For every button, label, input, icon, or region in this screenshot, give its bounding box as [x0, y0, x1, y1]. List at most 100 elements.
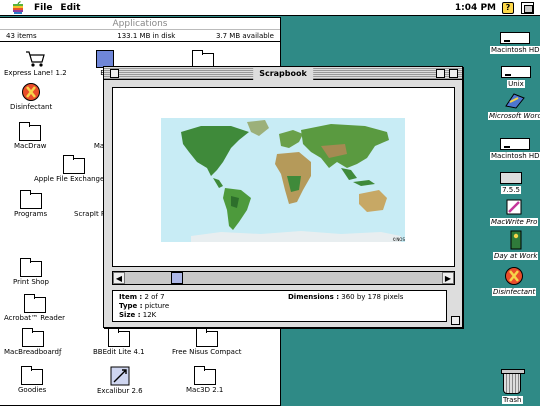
file-scrapit[interactable]: ScrapIt P [74, 190, 106, 218]
file-label: BBEdit Lite 4.1 [93, 348, 145, 356]
file-label: Excalibur 2.6 [97, 387, 143, 395]
desktop-macintosh-hd[interactable]: Macintosh HD [490, 32, 540, 54]
folder-icon [193, 366, 216, 385]
microsoft-word-icon [505, 93, 526, 109]
type-label: Type : [119, 302, 143, 310]
help-icon[interactable]: ? [502, 2, 514, 14]
disk-icon [500, 32, 531, 44]
folder-mac3d[interactable]: Mac3D 2.1 [186, 366, 224, 394]
desktop-unix[interactable]: Unix [501, 66, 531, 88]
file-label: MacBreadboardƒ [4, 348, 62, 356]
file-label: Acrobat™ Reader [4, 314, 65, 322]
cart-icon [26, 51, 46, 67]
scroll-left-arrow-icon[interactable]: ◀ [113, 272, 125, 284]
folder-goodies[interactable]: Goodies [18, 366, 47, 394]
item-label: Item : [119, 293, 143, 301]
scrapbook-title: Scrapbook [253, 67, 313, 80]
desktop-7-5-5[interactable]: 7.5.5 [500, 172, 522, 194]
desktop-macintosh-hd-2[interactable]: Macintosh HD [490, 138, 540, 160]
file-label: Free Nisus Compact [172, 348, 242, 356]
file-disinfectant[interactable]: Disinfectant [10, 82, 53, 111]
folder-acrobat-reader[interactable]: Acrobat™ Reader [4, 294, 65, 322]
trash-icon [501, 369, 526, 394]
desktop-label: Disinfectant [492, 288, 537, 296]
file-label: MacDraw [14, 142, 47, 150]
desktop-label: Microsoft Word [488, 112, 540, 120]
desktop-trash[interactable]: Trash [501, 369, 526, 404]
space-available: 3.7 MB available [215, 32, 274, 40]
desktop-macwrite-pro[interactable]: MacWrite Pro [490, 198, 539, 226]
collapse-box-icon[interactable] [449, 69, 458, 78]
folder-icon [23, 294, 46, 313]
folder-icon [19, 122, 42, 141]
desktop-label: Macintosh HD [490, 152, 540, 160]
excalibur-icon [110, 366, 130, 386]
size-value: 12K [142, 311, 157, 319]
menu-clock[interactable]: 1:04 PM [455, 3, 496, 13]
edit-menu[interactable]: Edit [60, 3, 80, 13]
scrapbook-info-panel: Item : 2 of 7 Type : picture Size : 12K … [112, 290, 447, 322]
disinfectant-icon [22, 83, 41, 101]
day-at-work-icon [510, 230, 522, 250]
map-copyright: ©NOS [392, 237, 405, 242]
folder-bbedit-lite[interactable]: BBEdit Lite 4.1 [93, 328, 145, 356]
file-menu[interactable]: File [34, 3, 52, 13]
folder-icon [107, 328, 130, 347]
folder-icon [19, 190, 42, 209]
scroll-right-arrow-icon[interactable]: ▶ [442, 272, 454, 284]
dimensions-label: Dimensions : [288, 293, 339, 301]
file-label: ScrapIt P [74, 210, 106, 218]
folder-icon [63, 155, 86, 174]
desktop-label: Macintosh HD [490, 46, 540, 54]
folder-macdraw[interactable]: MacDraw [14, 122, 47, 150]
scroll-thumb[interactable] [171, 272, 183, 284]
items-count: 43 items [6, 32, 37, 40]
desktop-label: 7.5.5 [501, 186, 521, 194]
file-label: Mac3D 2.1 [186, 386, 224, 394]
file-label: Disinfectant [10, 103, 53, 111]
dimensions-value: 360 by 178 pixels [341, 293, 404, 301]
file-label: Express Lane! 1.2 [4, 69, 67, 77]
scrapbook-titlebar[interactable]: Scrapbook [104, 67, 462, 80]
desktop-label: Trash [502, 396, 523, 404]
window-info-bar: 43 items 133.1 MB in disk 3.7 MB availab… [0, 30, 280, 42]
folder-icon [21, 328, 44, 347]
disk-icon [500, 172, 522, 184]
desktop-label: MacWrite Pro [490, 218, 539, 226]
size-row: Size : 12K [119, 311, 440, 320]
type-value: picture [144, 302, 170, 310]
folder-icon [19, 258, 42, 277]
file-express-lane[interactable]: Express Lane! 1.2 [4, 50, 67, 77]
world-map-picture: ©NOS [161, 118, 405, 242]
horizontal-scrollbar[interactable]: ◀ ▶ [112, 271, 455, 285]
desktop-disinfectant[interactable]: Disinfectant [492, 266, 537, 296]
folder-print-shop[interactable]: Print Shop [13, 258, 49, 286]
application-menu-icon[interactable] [521, 2, 534, 14]
folder-macbreadboard[interactable]: MacBreadboardƒ [4, 328, 62, 356]
apple-icon[interactable] [10, 0, 26, 16]
desktop-day-at-work[interactable]: Day at Work [493, 230, 539, 260]
grow-box-icon[interactable] [451, 316, 460, 325]
folder-free-nisus-compact[interactable]: Free Nisus Compact [172, 328, 242, 356]
menu-bar: File Edit 1:04 PM ? [0, 0, 540, 16]
type-row: Type : picture [119, 302, 440, 311]
close-box-icon[interactable] [110, 69, 119, 78]
file-label: Goodies [18, 386, 47, 394]
size-label: Size : [119, 311, 141, 319]
file-label: Print Shop [13, 278, 49, 286]
desktop-label: Unix [507, 80, 525, 88]
file-label: Programs [14, 210, 48, 218]
disk-icon [500, 138, 531, 150]
folder-icon [21, 366, 44, 385]
scrapbook-window: Scrapbook ©NOS ◀ ▶ Item: 2 of 7 Type: … [103, 66, 463, 328]
disk-usage: 133.1 MB in disk [117, 32, 176, 40]
desktop-microsoft-word[interactable]: Microsoft Word [488, 92, 540, 120]
folder-icon [195, 328, 218, 347]
window-title[interactable]: Applications [0, 18, 280, 30]
disinfectant-icon [505, 267, 524, 285]
disk-icon [501, 66, 531, 78]
scrapbook-picture-area: ©NOS [112, 87, 455, 267]
zoom-box-icon[interactable] [436, 69, 445, 78]
file-excalibur[interactable]: Excalibur 2.6 [97, 366, 143, 395]
folder-programs[interactable]: Programs [14, 190, 48, 218]
